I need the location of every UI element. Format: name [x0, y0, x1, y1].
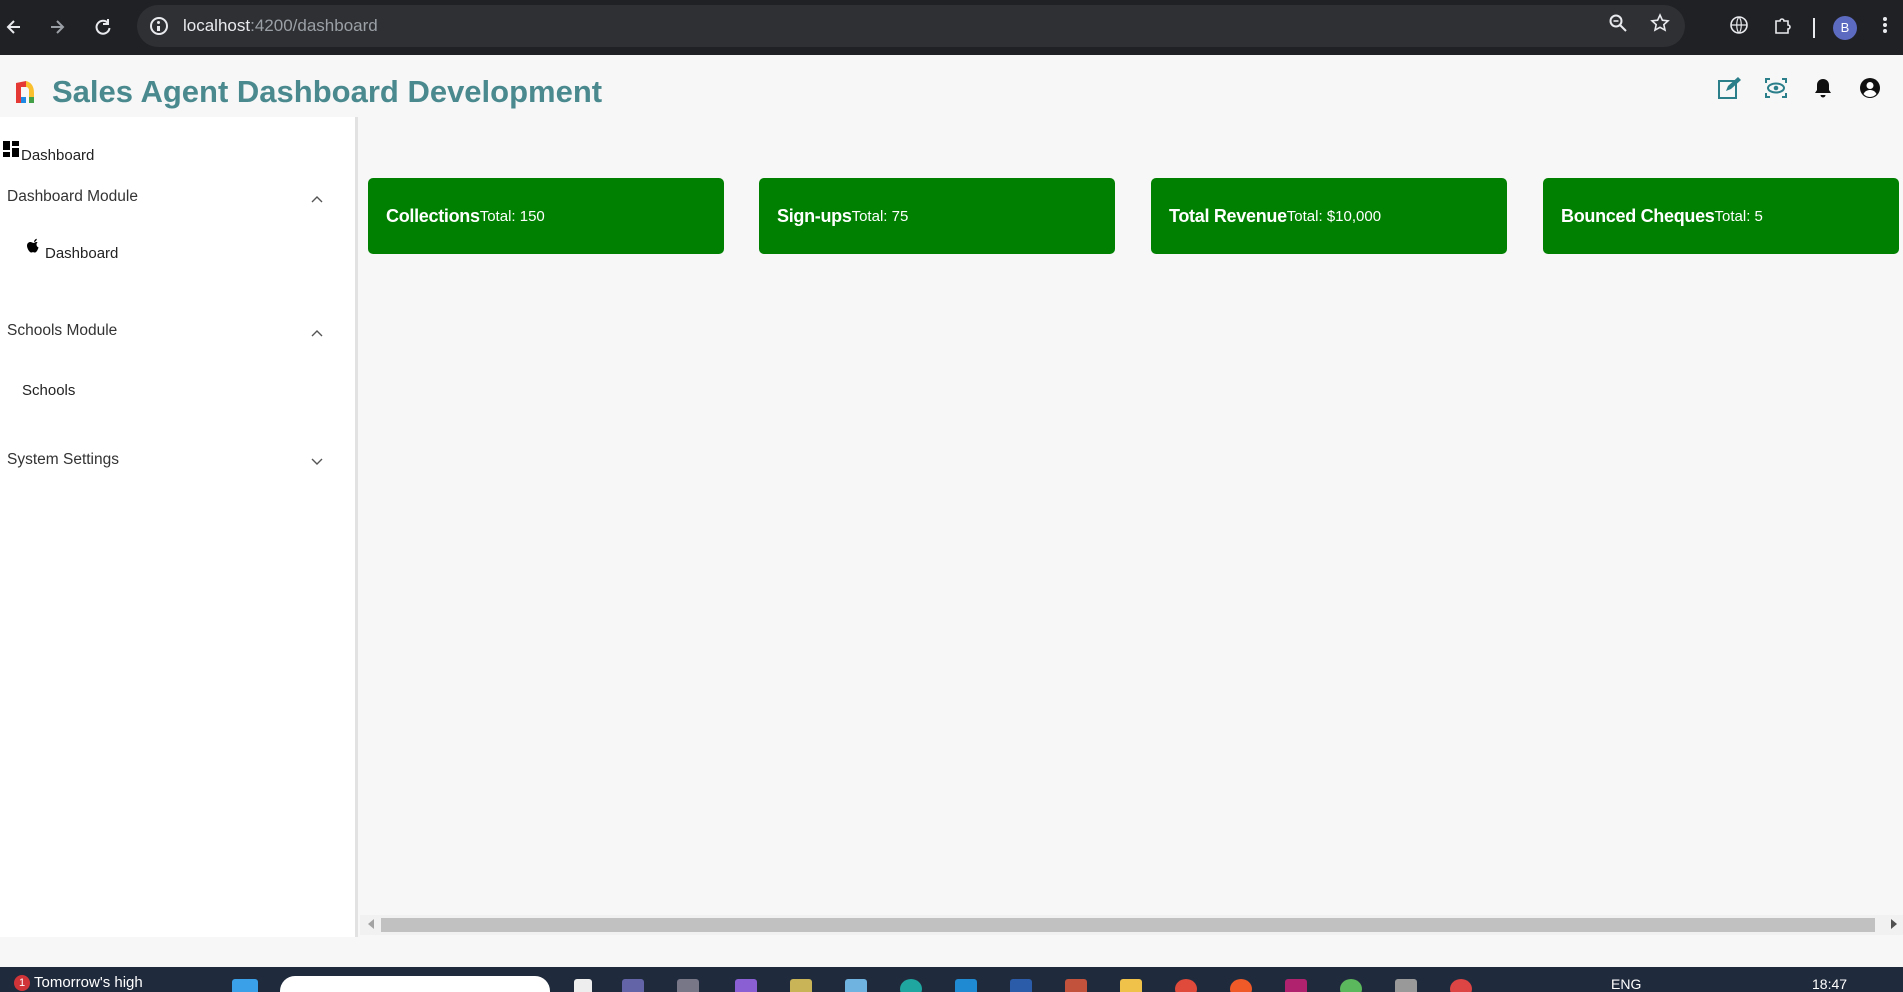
- file-explorer-icon[interactable]: [1120, 979, 1142, 992]
- dashboard-grid-icon: [3, 140, 21, 159]
- stat-card-bounced-cheques[interactable]: Bounced Cheques Total: 5: [1543, 178, 1899, 254]
- app-header: Sales Agent Dashboard Development: [0, 55, 1903, 117]
- task-view-icon[interactable]: [574, 979, 592, 992]
- preview-eye-icon[interactable]: [1763, 75, 1789, 101]
- app-icon[interactable]: [1285, 979, 1307, 992]
- stat-card-collections[interactable]: Collections Total: 150: [368, 178, 724, 254]
- app-icon[interactable]: [677, 979, 699, 992]
- app-icon[interactable]: [1230, 979, 1252, 992]
- extensions-puzzle-icon[interactable]: [1761, 15, 1805, 41]
- stat-card-total-revenue[interactable]: Total Revenue Total: $10,000: [1151, 178, 1507, 254]
- card-value: Total: $10,000: [1286, 207, 1382, 225]
- card-title: Collections: [386, 205, 480, 226]
- chevron-down-icon: [311, 453, 325, 467]
- main-content: Collections Total: 150 Sign-ups Total: 75 …: [358, 117, 1903, 937]
- scrollbar-thumb[interactable]: [381, 918, 1875, 932]
- scroll-right-arrow-icon[interactable]: [1891, 919, 1897, 929]
- card-title: Sign-ups: [777, 205, 852, 226]
- language-indicator[interactable]: ENG: [1611, 976, 1641, 992]
- scroll-left-arrow-icon[interactable]: [368, 919, 374, 929]
- edge-icon[interactable]: [900, 979, 922, 992]
- taskbar-search-box[interactable]: [280, 976, 550, 992]
- app-icon[interactable]: [1065, 979, 1087, 992]
- sidebar-item-label: Schools: [22, 382, 76, 399]
- sidebar: Dashboard Dashboard Module Dashboard Sch…: [0, 117, 358, 937]
- edit-icon[interactable]: [1716, 75, 1742, 101]
- browser-toolbar: localhost:4200/dashboard B: [0, 0, 1903, 55]
- visual-studio-icon[interactable]: [735, 979, 757, 992]
- sidebar-group-system-settings[interactable]: System Settings: [0, 445, 345, 475]
- sidebar-group-schools-module[interactable]: Schools Module: [0, 316, 345, 346]
- notepad-icon[interactable]: [845, 979, 867, 992]
- address-bar[interactable]: localhost:4200/dashboard: [137, 5, 1685, 47]
- card-value: Total: 75: [851, 207, 909, 225]
- app-icon[interactable]: [790, 979, 812, 992]
- card-title: Bounced Cheques: [1561, 205, 1715, 226]
- sidebar-group-label: Dashboard Module: [7, 188, 138, 205]
- card-value: Total: 5: [1714, 207, 1763, 225]
- more-menu-icon[interactable]: [1867, 15, 1903, 41]
- sidebar-item-label: Dashboard: [45, 245, 119, 262]
- sidebar-group-label: System Settings: [7, 451, 119, 468]
- chevron-up-icon: [311, 324, 325, 338]
- toolbar-divider: [1813, 17, 1815, 38]
- apple-icon: [27, 238, 43, 256]
- weather-text: Tomorrow's high: [34, 974, 143, 991]
- reload-icon[interactable]: [89, 13, 117, 41]
- notifications-bell-icon[interactable]: [1810, 75, 1836, 101]
- page-title: Sales Agent Dashboard Development: [52, 74, 603, 109]
- url-path: :4200/dashboard: [250, 16, 378, 35]
- sidebar-group-dashboard-module[interactable]: Dashboard Module: [0, 182, 345, 212]
- chevron-up-icon: [311, 190, 325, 204]
- sidebar-item-schools[interactable]: Schools: [22, 382, 75, 399]
- app-icon[interactable]: [1450, 979, 1472, 992]
- sidebar-item-label: Dashboard: [21, 147, 95, 164]
- weather-widget[interactable]: 1 Tomorrow's high: [14, 974, 143, 991]
- profile-avatar[interactable]: B: [1833, 15, 1857, 40]
- card-title: Total Revenue: [1169, 205, 1287, 226]
- chrome-icon[interactable]: [1175, 979, 1197, 992]
- horizontal-scrollbar[interactable]: [360, 915, 1903, 935]
- os-taskbar: 1 Tomorrow's high ENG 18:47: [0, 967, 1903, 992]
- site-info-icon[interactable]: [150, 17, 168, 35]
- bookmark-star-icon[interactable]: [1650, 13, 1670, 39]
- windows-start-icon[interactable]: [232, 979, 258, 992]
- stat-card-sign-ups[interactable]: Sign-ups Total: 75: [759, 178, 1115, 254]
- sidebar-item-module-dashboard[interactable]: Dashboard: [27, 238, 119, 262]
- app-logo: [14, 79, 36, 105]
- sidebar-group-label: Schools Module: [7, 322, 118, 339]
- sidebar-item-dashboard[interactable]: Dashboard: [3, 135, 94, 164]
- vscode-icon[interactable]: [955, 979, 977, 992]
- app-icon[interactable]: [1340, 979, 1362, 992]
- notification-badge: 1: [14, 974, 30, 991]
- forward-icon[interactable]: [43, 13, 71, 41]
- translate-globe-icon[interactable]: [1717, 15, 1761, 41]
- card-value: Total: 150: [479, 207, 545, 225]
- app-icon[interactable]: [1010, 979, 1032, 992]
- account-circle-icon[interactable]: [1857, 75, 1883, 101]
- back-icon[interactable]: [0, 13, 28, 41]
- clock-time[interactable]: 18:47: [1812, 976, 1847, 992]
- app-icon[interactable]: [1395, 979, 1417, 992]
- url-host: localhost: [183, 16, 251, 35]
- zoom-icon[interactable]: [1608, 13, 1628, 39]
- teams-icon[interactable]: [622, 979, 644, 992]
